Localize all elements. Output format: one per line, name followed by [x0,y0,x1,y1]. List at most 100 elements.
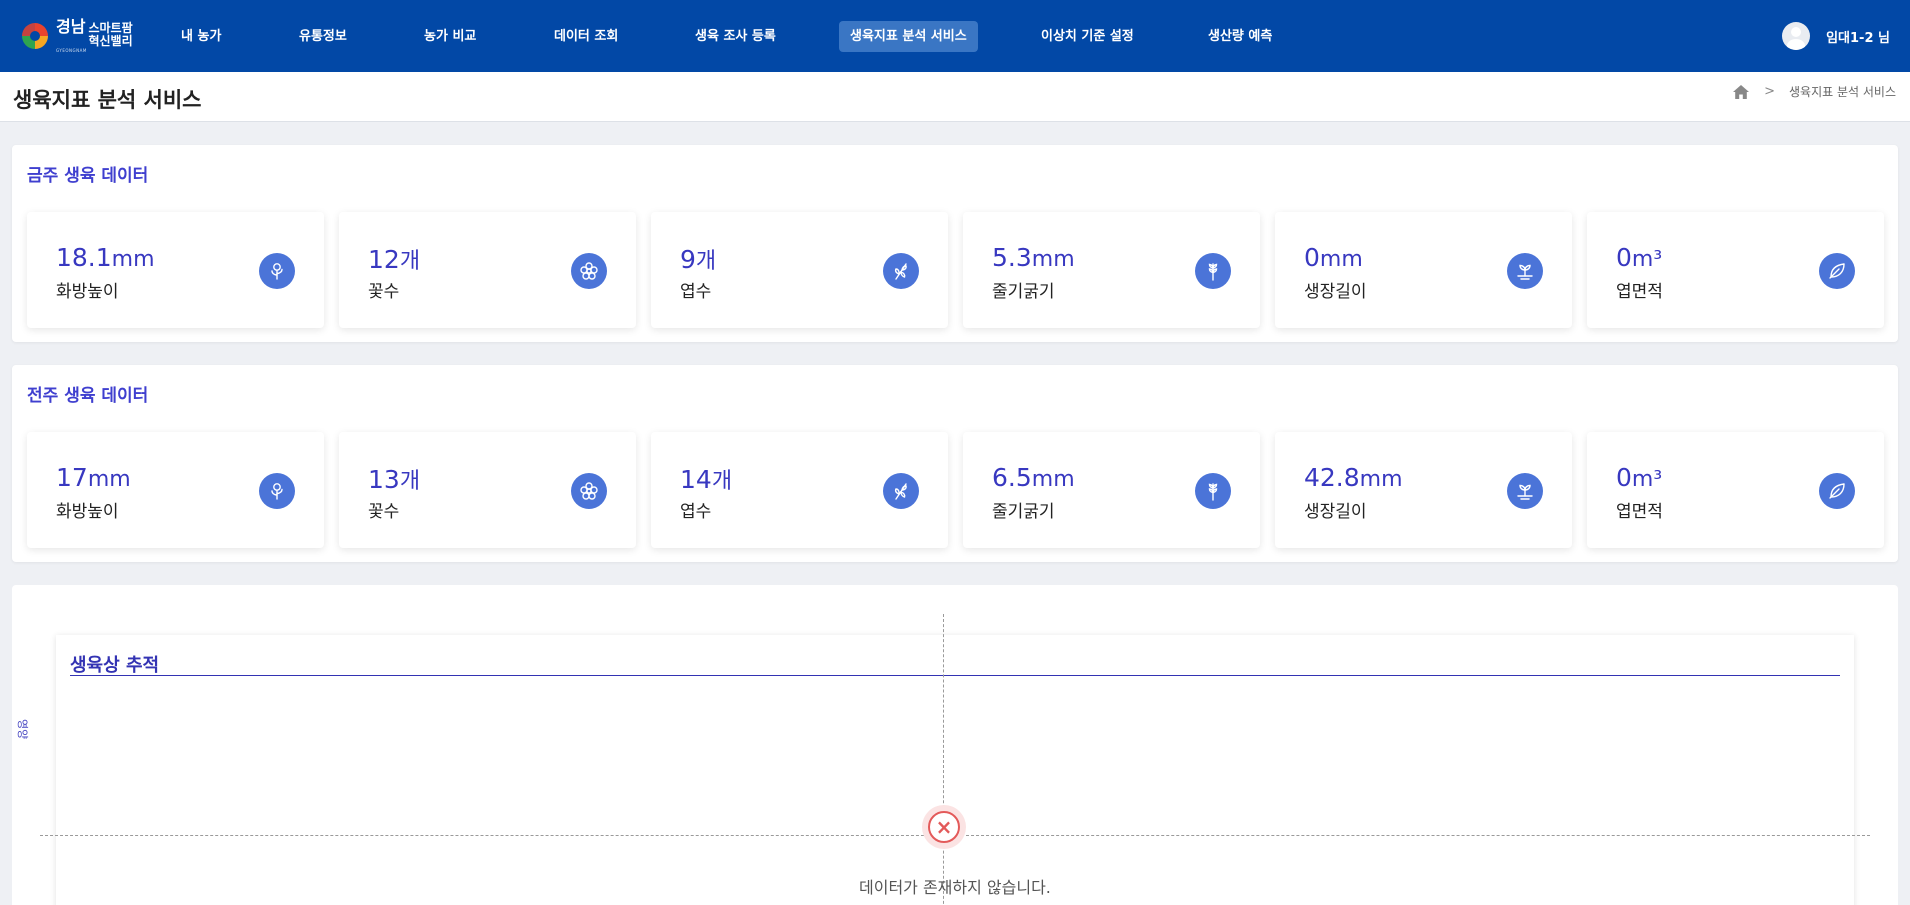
nav-item-growth-analysis[interactable]: 생육지표 분석 서비스 [839,21,978,52]
metric-card: 6.5mm 줄기굵기 [963,432,1260,548]
metric-label: 화방높이 [56,502,119,522]
nav-item-yield-forecast[interactable]: 생산량 예측 [1197,21,1283,52]
chart-crosshair-vertical [943,614,944,905]
wheat-stem-icon [1195,473,1231,509]
chart-y-axis-label: 영양 [16,719,29,740]
flower-stem-icon [259,473,295,509]
metric-card: 18.1mm 화방높이 [27,212,324,328]
user-name: 임대1-2 님 [1826,30,1890,46]
wheat-stem-icon [1195,253,1231,289]
metric-number: 12 [368,245,400,274]
metric-number: 6.5 [992,463,1032,492]
nav-item-outlier-settings[interactable]: 이상치 기준 설정 [1030,21,1145,52]
metric-label: 화방높이 [56,282,119,302]
metric-number: 18.1 [56,243,112,272]
no-data-icon: × [922,805,966,849]
logo-text-main: 경남 [56,17,86,36]
page-title: 생육지표 분석 서비스 [13,88,202,112]
metric-value: 13개 [368,463,420,495]
page-header: 생육지표 분석 서비스 > 생육지표 분석 서비스 [0,72,1910,122]
metric-card: 0m³ 엽면적 [1587,432,1884,548]
metric-unit: mm [1031,467,1075,492]
metric-unit: m³ [1631,247,1663,272]
metric-value: 17mm [56,463,131,492]
growth-tracking-section: 생육상 추적 영양 [12,585,1898,905]
metric-unit: m³ [1631,467,1663,492]
section-title: 금주 생육 데이터 [27,166,149,186]
metric-value: 9개 [680,243,716,275]
chart-title-rule [70,675,1840,676]
metric-card: 13개꽃수 [339,432,636,548]
metric-label: 생장길이 [1304,282,1367,302]
logo-mark-icon [18,19,52,53]
flower-stem-icon [259,253,295,289]
metric-label: 엽면적 [1616,502,1663,522]
logo-text-sub-title: 스마트팜 혁신밸리 [88,21,133,48]
leaf-icon [1819,473,1855,509]
logo[interactable]: 경남 스마트팜 혁신밸리 GYEONGNAM [18,17,138,55]
metric-unit: 개 [695,249,717,274]
this-week-section: 금주 생육 데이터 18.1mm 화방높이 12개 꽃수 9개 엽수 5.3mm 줄기굵기 0m… [12,145,1898,342]
metric-card: 0m³ 엽면적 [1587,212,1884,328]
metric-card: 9개 엽수 [651,212,948,328]
metric-card: 14개엽수 [651,432,948,548]
chart-title: 생육상 추적 [70,655,160,676]
nav-item-my-farm[interactable]: 내 농가 [170,21,232,52]
metric-unit: mm [87,467,131,492]
breadcrumb-current: 생육지표 분석 서비스 [1789,85,1896,99]
metric-value: 0m³ [1616,463,1662,492]
metric-card: 12개 꽃수 [339,212,636,328]
flower-icon [571,253,607,289]
breadcrumb: > 생육지표 분석 서비스 [1732,83,1896,100]
metric-value: 5.3mm [992,243,1075,272]
metric-label: 엽면적 [1616,282,1663,302]
metric-number: 14 [680,465,712,494]
metric-unit: mm [1359,467,1403,492]
metric-unit: mm [111,247,155,272]
metric-number: 9 [680,245,696,274]
last-week-section: 전주 생육 데이터 17mm 화방높이 13개 꽃수 14개 엽수 6.5mm 줄기굵기 42.… [12,365,1898,562]
metric-unit: mm [1319,247,1363,272]
metric-label: 줄기굵기 [992,502,1055,522]
nav-item-data-query[interactable]: 데이터 조회 [543,21,629,52]
metric-value: 0mm [1304,243,1363,272]
metric-card: 42.8mm 생장길이 [1275,432,1572,548]
metric-unit: 개 [399,469,421,494]
metric-unit: 개 [711,469,733,494]
metric-number: 13 [368,465,400,494]
metric-value: 6.5mm [992,463,1075,492]
metric-value: 0m³ [1616,243,1662,272]
home-icon[interactable] [1732,84,1750,100]
leaf-icon [1819,253,1855,289]
metric-number: 5.3 [992,243,1032,272]
nav-item-distribution[interactable]: 유통정보 [288,21,358,52]
metric-card: 17mm 화방높이 [27,432,324,548]
metric-label: 생장길이 [1304,502,1367,522]
metric-unit: mm [1031,247,1075,272]
logo-tagline: GYEONGNAM [56,48,87,53]
nav-item-farm-compare[interactable]: 농가 비교 [413,21,487,52]
metric-value: 14개 [680,463,732,495]
metric-number: 0 [1616,463,1632,492]
metric-number: 17 [56,463,88,492]
sprout-icon [1507,253,1543,289]
leaf-branch-icon [883,253,919,289]
metric-value: 42.8mm [1304,463,1403,492]
leaf-branch-icon [883,473,919,509]
metric-value: 18.1mm [56,243,155,272]
nav-item-growth-register[interactable]: 생육 조사 등록 [684,21,787,52]
metric-number: 0 [1616,243,1632,272]
metric-card: 0mm 생장길이 [1275,212,1572,328]
growth-tracking-chart: 생육상 추적 [56,635,1854,905]
avatar [1782,22,1811,50]
metric-number: 0 [1304,243,1320,272]
metric-label: 엽수 [680,502,712,522]
section-title: 전주 생육 데이터 [27,386,149,406]
metric-unit: 개 [399,249,421,274]
chevron-right-icon: > [1764,84,1775,99]
metric-label: 줄기굵기 [992,282,1055,302]
metric-label: 꽃수 [368,502,400,522]
metric-number: 42.8 [1304,463,1360,492]
flower-icon [571,473,607,509]
user-menu[interactable]: 임대1-2 님 [1782,21,1890,51]
